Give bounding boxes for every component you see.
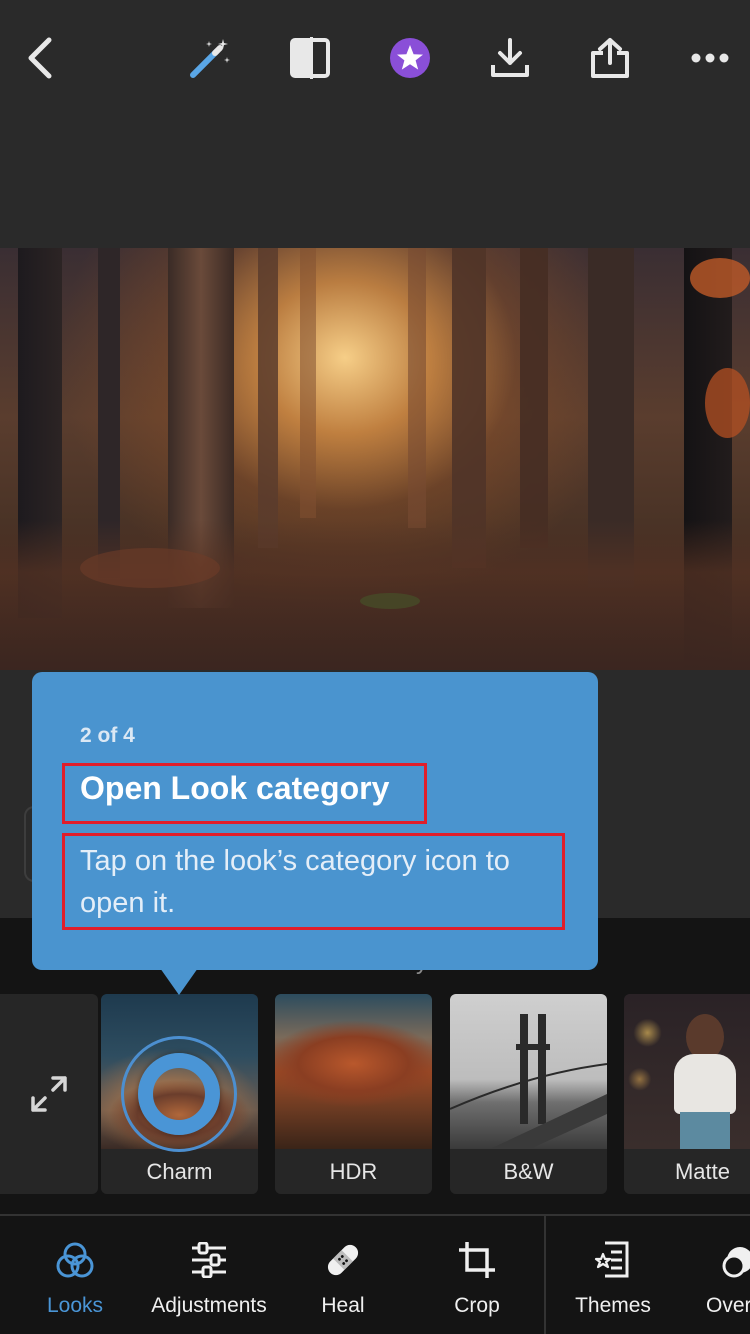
nav-adjustments[interactable]: Adjustments [144,1216,274,1334]
foliage [80,548,220,588]
top-toolbar [0,0,750,248]
nav-themes[interactable]: Themes [568,1216,658,1334]
more-button[interactable] [680,28,740,88]
look-preview-image [275,994,432,1149]
sliders-icon [189,1240,229,1280]
compare-icon [290,37,330,79]
look-thumb-matte[interactable]: Matte [624,994,750,1194]
nav-label: Crop [454,1294,500,1317]
tree-trunk [300,248,316,518]
nav-crop[interactable]: Crop [432,1216,522,1334]
moss [360,593,420,609]
look-preview-image [624,994,750,1149]
back-icon [28,37,52,79]
foliage [690,258,750,298]
look-preview-image [450,994,607,1149]
premium-button[interactable] [380,28,440,88]
premium-star-icon [390,38,430,78]
nav-label: Adjustments [151,1294,267,1317]
tooltip-pointer [160,968,198,995]
foliage [705,368,750,438]
share-button[interactable] [580,28,640,88]
nav-divider [544,1216,546,1334]
nav-overlays[interactable]: Over [706,1216,750,1334]
looks-icon [55,1240,95,1280]
crop-icon [457,1240,497,1280]
look-label: Matte [624,1149,750,1194]
share-icon [591,38,629,78]
nav-label: Looks [46,1294,104,1317]
magic-wand-icon [190,39,230,78]
look-label: B&W [450,1149,607,1194]
bridge-graphic [450,1014,607,1149]
tree-trunk [258,248,278,548]
person-jeans [680,1112,730,1149]
tree-trunk [520,248,548,548]
tooltip-step-counter: 2 of 4 [80,724,135,747]
nav-looks[interactable]: Looks [30,1216,120,1334]
auto-enhance-button[interactable] [180,28,240,88]
download-icon [491,38,529,77]
photo-canvas[interactable] [0,248,750,670]
themes-icon [593,1240,633,1280]
download-button[interactable] [480,28,540,88]
back-button[interactable] [10,28,70,88]
nav-label: Themes [575,1294,651,1317]
compare-button[interactable] [280,28,340,88]
bandage-icon [323,1240,363,1280]
category-target-dot[interactable] [138,1053,220,1135]
expand-looks-button[interactable] [0,994,98,1194]
look-label: Charm [101,1149,258,1194]
more-icon [691,53,729,63]
overlay-icon [706,1240,750,1280]
bottom-nav: Looks Adjustments Heal Crop Themes Over [0,1214,750,1334]
nav-label: Over [706,1294,750,1317]
expand-icon [31,1076,67,1112]
look-thumb-bw[interactable]: B&W [450,994,607,1194]
person-shirt [674,1054,736,1114]
body-highlight-box [62,833,565,930]
look-label: HDR [275,1149,432,1194]
tree-trunk [408,248,426,528]
look-thumb-hdr[interactable]: HDR [275,994,432,1194]
nav-heal[interactable]: Heal [298,1216,388,1334]
nav-label: Heal [321,1294,365,1317]
title-highlight-box [62,763,427,824]
